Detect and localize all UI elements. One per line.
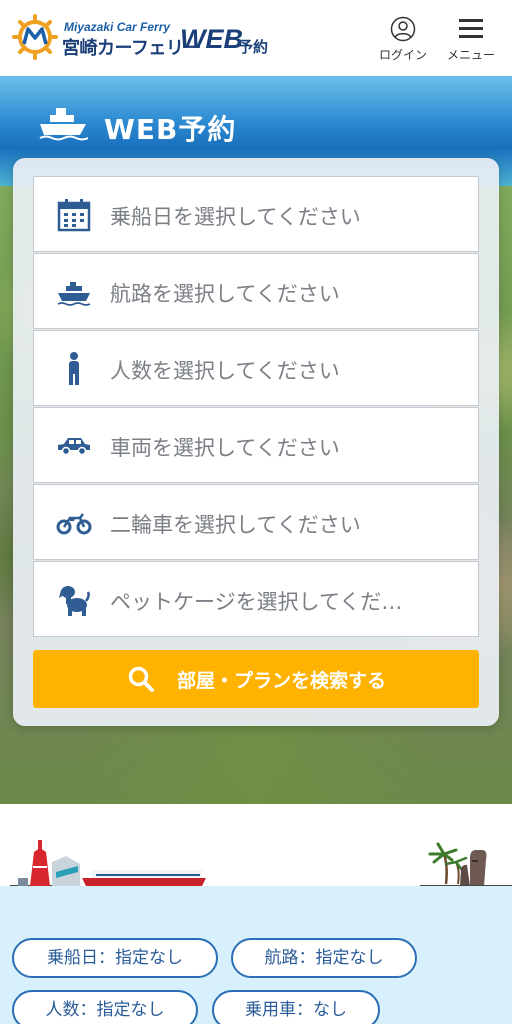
boarding-date-placeholder: 乗船日を選択してください	[110, 205, 361, 229]
search-plans-label: 部屋・プランを検索する	[177, 670, 387, 692]
illustration-strip	[0, 804, 512, 888]
pet-cage-placeholder: ペットケージを選択してくだ…	[110, 590, 403, 614]
brand-english-name: Miyazaki Car Ferry	[64, 20, 171, 34]
hero-title-row: WEB予約	[38, 106, 235, 146]
hero-title: WEB予約	[104, 113, 237, 146]
passenger-count-placeholder: 人数を選択してください	[110, 359, 340, 383]
login-button[interactable]: ログイン	[373, 14, 433, 66]
menu-label: メニュー	[446, 48, 495, 62]
ship-icon	[57, 282, 91, 306]
motorcycle-field[interactable]: 二輪車を選択してください	[33, 484, 479, 560]
route-field[interactable]: 航路を選択してください	[33, 253, 479, 329]
user-circle-icon	[390, 16, 416, 42]
port-and-ferry-illustration	[10, 840, 512, 887]
calendar-icon	[57, 199, 91, 232]
passenger-count-field[interactable]: 人数を選択してください	[33, 330, 479, 406]
car-icon	[58, 438, 90, 456]
pet-cage-field[interactable]: ペットケージを選択してくだ…	[33, 561, 479, 637]
search-plans-button[interactable]: 部屋・プランを検索する	[33, 650, 479, 708]
ferry-title-icon	[39, 108, 89, 141]
login-label: ログイン	[378, 48, 427, 62]
menu-button[interactable]: メニュー	[441, 14, 501, 66]
person-icon	[69, 352, 79, 385]
motorcycle-icon	[56, 513, 92, 535]
condition-chip-route[interactable]: 航路：指定なし	[231, 938, 417, 978]
brand-web-mark: WEB	[180, 24, 243, 54]
search-conditions: 乗船日：指定なし 航路：指定なし 人数：指定なし 乗用車：なし	[0, 886, 512, 1024]
condition-chip-boarding-date[interactable]: 乗船日：指定なし	[12, 938, 218, 978]
dog-icon	[59, 586, 90, 616]
search-panel: 乗船日を選択してください 航路を選択してください 人数を選択してください 車両を…	[13, 158, 499, 726]
route-placeholder: 航路を選択してください	[110, 282, 340, 306]
vehicle-placeholder: 車両を選択してください	[110, 436, 340, 460]
motorcycle-placeholder: 二輪車を選択してください	[110, 513, 361, 537]
boarding-date-field[interactable]: 乗船日を選択してください	[33, 176, 479, 252]
brand-yoyaku-mark: 予約	[238, 38, 269, 56]
hamburger-menu-icon	[459, 19, 483, 38]
search-icon	[128, 666, 154, 692]
logo-wheel-icon[interactable]	[12, 14, 58, 60]
site-header: Miyazaki Car Ferry 宮崎カーフェリー WEB 予約 ログイン …	[0, 0, 512, 76]
vehicle-field[interactable]: 車両を選択してください	[33, 407, 479, 483]
condition-chip-vehicle[interactable]: 乗用車：なし	[212, 990, 380, 1024]
condition-chip-passengers[interactable]: 人数：指定なし	[12, 990, 198, 1024]
